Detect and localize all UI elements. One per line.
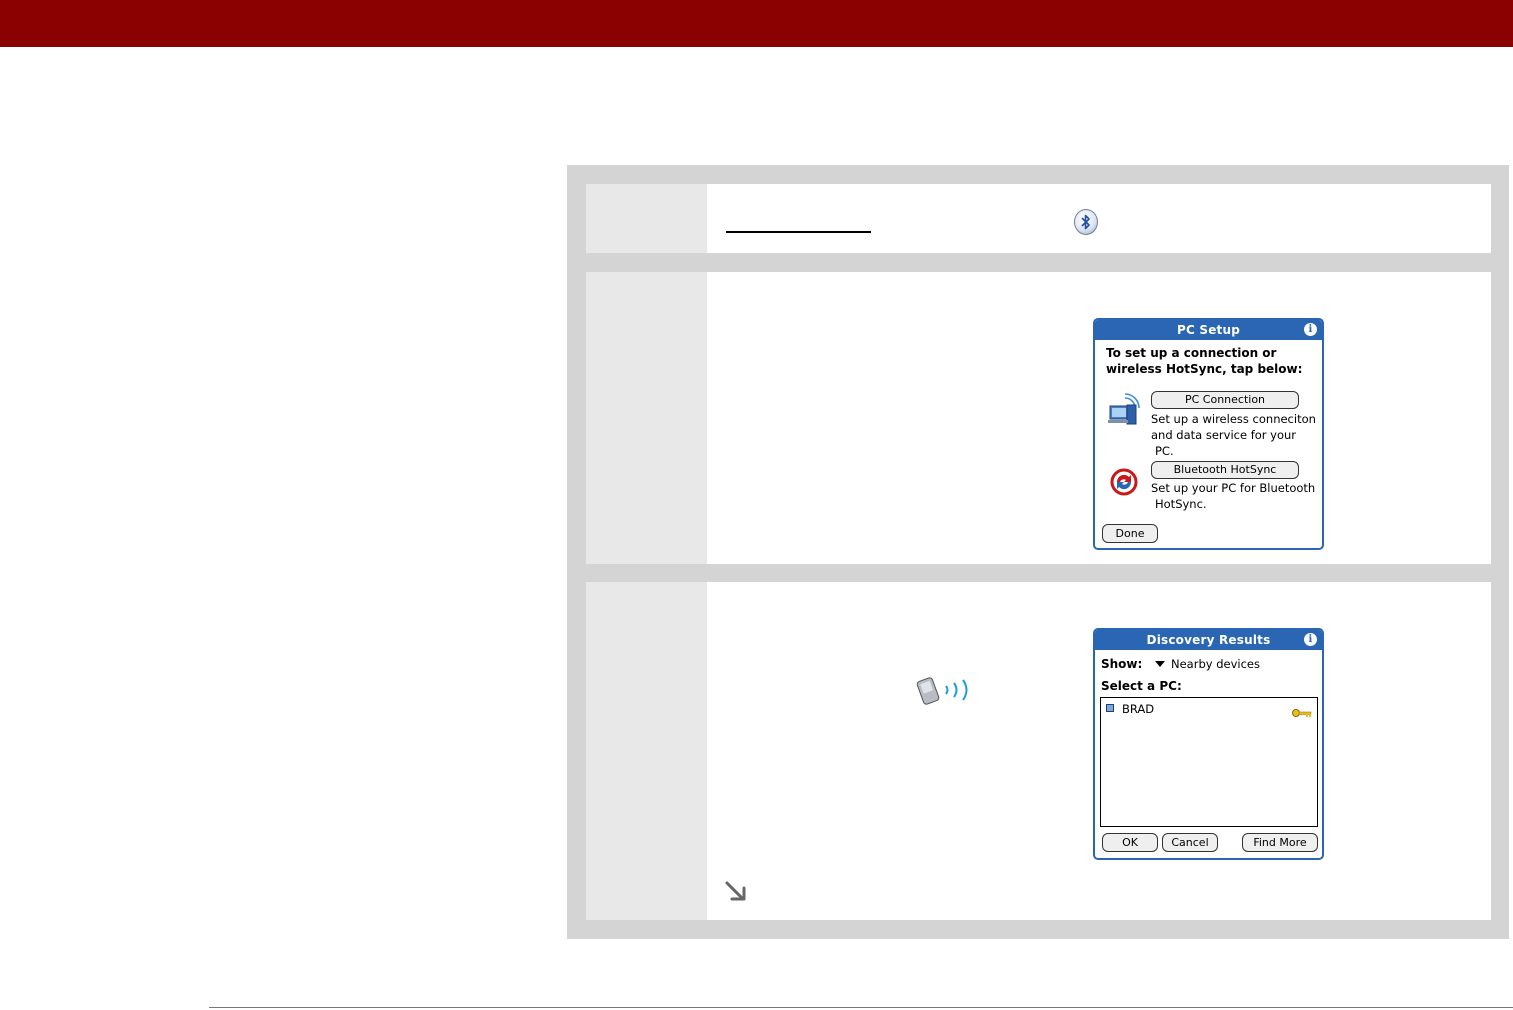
dialog-title: PC Setup i — [1095, 320, 1322, 340]
hotsync-icon — [1109, 467, 1139, 501]
device-list[interactable]: BRAD — [1100, 697, 1318, 827]
bluetooth-icon — [1074, 209, 1098, 235]
info-icon[interactable]: i — [1304, 323, 1317, 336]
done-button[interactable]: Done — [1102, 524, 1158, 543]
pc-connection-icon — [1107, 392, 1141, 432]
list-item[interactable]: BRAD — [1104, 701, 1314, 717]
pc-setup-dialog: PC Setup i To set up a connection or wir… — [1093, 318, 1324, 550]
dialog-title: Discovery Results i — [1095, 630, 1322, 650]
chevron-down-icon — [1155, 661, 1165, 667]
find-more-button[interactable]: Find More — [1242, 833, 1318, 852]
show-label: Show: — [1101, 657, 1143, 671]
device-name: BRAD — [1122, 702, 1155, 716]
bluetooth-desc-line1: Set up your PC for Bluetooth — [1151, 481, 1316, 495]
step-number-cell — [586, 184, 707, 253]
pc-connection-button[interactable]: PC Connection — [1151, 391, 1299, 409]
link-underline[interactable] — [726, 231, 871, 233]
dialog-title-text: Discovery Results — [1146, 633, 1271, 647]
cancel-button[interactable]: Cancel — [1162, 833, 1218, 852]
step-number-cell — [586, 582, 707, 920]
setup-heading-line2: wireless HotSync, tap below: — [1106, 362, 1303, 376]
pc-connection-desc-line2: and data service for your — [1151, 428, 1297, 442]
step-row-3 — [586, 582, 1491, 920]
step-row-1 — [586, 184, 1491, 253]
handheld-beam-icon — [916, 676, 976, 710]
dialog-title-text: PC Setup — [1176, 323, 1241, 337]
show-dropdown[interactable]: Nearby devices — [1149, 656, 1260, 672]
setup-heading-line1: To set up a connection or — [1106, 346, 1277, 360]
pc-connection-desc-line1: Set up a wireless conneciton — [1151, 412, 1316, 426]
ok-button[interactable]: OK — [1102, 833, 1158, 852]
header-bar — [0, 0, 1513, 47]
info-icon[interactable]: i — [1304, 633, 1317, 646]
bluetooth-desc-line2: HotSync. — [1155, 497, 1207, 511]
step-row-2 — [586, 272, 1491, 564]
select-pc-label: Select a PC: — [1101, 679, 1182, 693]
key-icon — [1292, 703, 1312, 722]
computer-icon — [1106, 704, 1114, 712]
footer-rule — [209, 1007, 1513, 1008]
discovery-results-dialog: Discovery Results i Show: Nearby devices… — [1093, 628, 1324, 860]
pc-connection-desc-line3: PC. — [1155, 444, 1174, 458]
bluetooth-hotsync-button[interactable]: Bluetooth HotSync — [1151, 461, 1299, 479]
step-number-cell — [586, 272, 707, 564]
continue-arrow-icon[interactable] — [724, 880, 750, 908]
show-dropdown-value: Nearby devices — [1171, 657, 1260, 671]
